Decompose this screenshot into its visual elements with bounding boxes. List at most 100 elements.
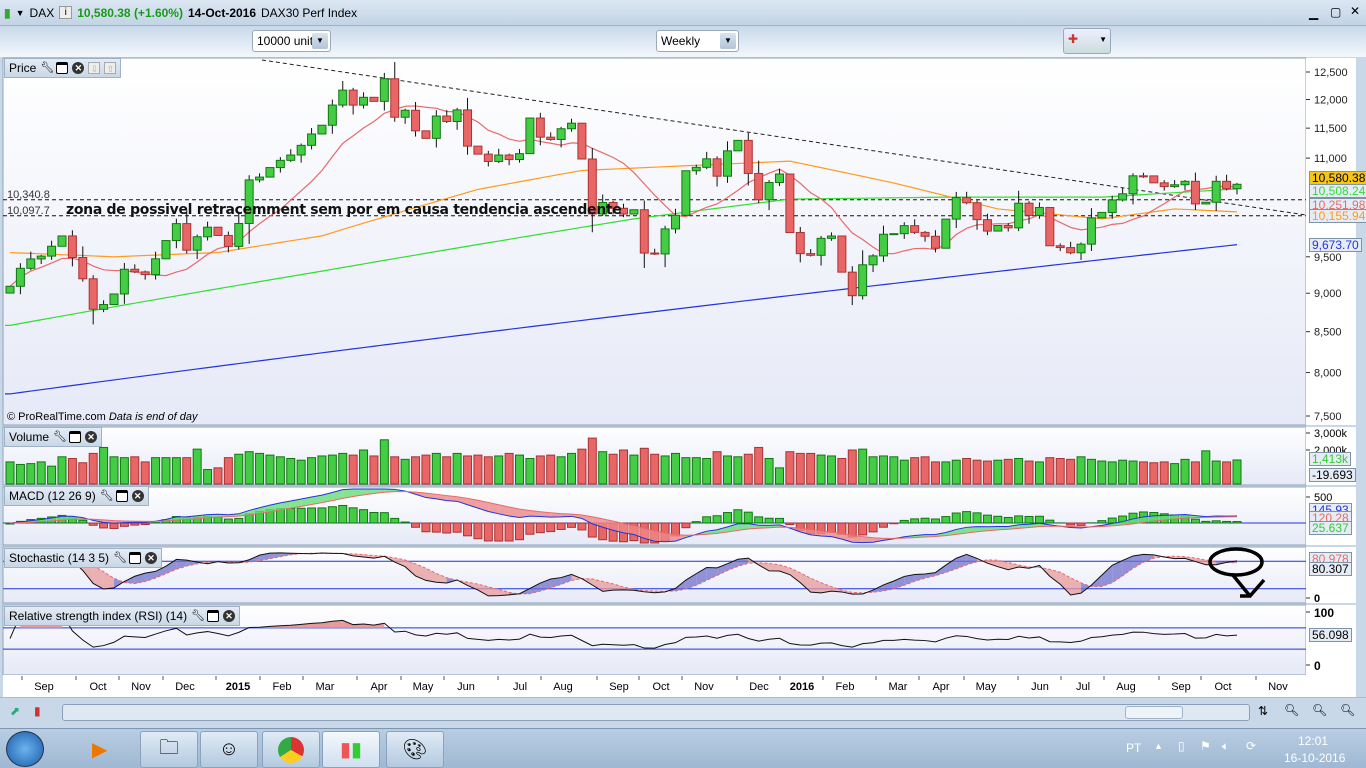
dropdown-arrow-icon[interactable]: ▼ (16, 8, 25, 18)
horizontal-scrollbar[interactable] (62, 704, 1250, 721)
close-icon[interactable]: ✕ (223, 610, 236, 622)
scroll-thumb[interactable] (1125, 706, 1183, 719)
maximize-button[interactable]: ▢ (1330, 5, 1341, 19)
macd-histogram-bar (515, 522, 525, 541)
indicators-button[interactable]: ✚ ▼ (1063, 28, 1111, 54)
wrench-icon[interactable]: 🔧︎ (40, 62, 54, 74)
macd-histogram-bar (962, 511, 972, 524)
period-select[interactable]: Weekly ▼ (656, 30, 739, 52)
candle (774, 173, 784, 184)
symbol[interactable]: DAX (30, 6, 55, 20)
close-button[interactable]: ✕ (1350, 4, 1360, 18)
zoom-fit-icon[interactable]: 🔍︎ (1284, 703, 1299, 717)
candle (400, 109, 410, 118)
close-icon[interactable]: ✕ (85, 431, 98, 443)
candle (504, 154, 514, 161)
macd-histogram-bar (733, 509, 743, 524)
chart-area[interactable]: 12,500 12,000 11,500 11,000 9,500 9,000 8,500 8… (0, 57, 1366, 697)
candle (650, 252, 660, 255)
wrench-icon[interactable]: 🔧︎ (191, 610, 205, 622)
taskbar-explorer[interactable]: 🗀︎ (140, 731, 198, 768)
candlestick-icon[interactable]: ▮ (4, 6, 11, 20)
price-tick-label: 8,500 (1314, 327, 1342, 339)
wrench-icon[interactable]: 🔧︎ (100, 490, 114, 502)
x-axis-label: Mar (316, 681, 335, 693)
clock-date[interactable]: 16-10-2016 (1284, 751, 1345, 765)
minimize-button[interactable]: ▁ (1309, 6, 1318, 20)
volume-bar (598, 451, 608, 485)
rsi-panel-header: Relative strength index (RSI) (14) 🔧︎ ✕ (4, 606, 241, 626)
wrench-icon[interactable]: 🔧︎ (53, 431, 67, 443)
zoom-out-icon[interactable]: 🔍︎ (1312, 703, 1327, 717)
ma-green-value-box: 10,508.24 (1309, 184, 1366, 198)
volume-bar (57, 456, 67, 485)
window-icon[interactable] (69, 431, 82, 443)
flag-icon[interactable]: ⚑ (1200, 739, 1211, 753)
volume-bar (587, 437, 597, 485)
volume-bar (504, 452, 514, 485)
move-down-icon[interactable]: ⇩ (88, 62, 101, 74)
candle (473, 145, 483, 155)
taskbar-chrome[interactable] (262, 731, 320, 768)
tray-arrow-icon[interactable]: ▲ (1154, 741, 1163, 751)
x-axis-label: Feb (836, 681, 855, 693)
volume-tick-label: 3,000k (1314, 428, 1348, 440)
volume-bar (1159, 461, 1169, 485)
macd-histogram-bar (556, 522, 566, 530)
candle (993, 225, 1003, 232)
volume-bar (535, 455, 545, 485)
volume-bar (1076, 456, 1086, 485)
close-icon[interactable]: ✕ (131, 490, 144, 502)
x-axis-label: Dec (175, 681, 195, 693)
chart-type-icon[interactable]: ⬈ (10, 704, 20, 718)
wrench-icon[interactable]: 🔧︎ (113, 552, 127, 564)
taskbar-paint[interactable]: 🎨︎ (386, 731, 444, 768)
window-icon[interactable] (129, 552, 142, 564)
candle (826, 235, 836, 239)
candle (275, 159, 285, 169)
candle (296, 144, 306, 156)
volume-bar (743, 453, 753, 485)
zoom-in-icon[interactable]: 🔍︎ (1340, 703, 1355, 717)
x-axis-label: Apr (370, 681, 387, 693)
language-indicator[interactable]: PT (1126, 741, 1141, 755)
rsi-tick-label: 100 (1314, 606, 1334, 620)
window-icon[interactable] (115, 490, 128, 502)
x-axis-label: 2015 (226, 681, 250, 693)
volume-bar (1034, 461, 1044, 485)
media-player-icon[interactable]: ▶ (92, 737, 107, 762)
candle (847, 271, 857, 297)
units-select[interactable]: 10000 units ▼ (252, 30, 331, 52)
window-icon[interactable] (56, 62, 69, 74)
volume-bar (78, 462, 88, 485)
sync-icon[interactable]: ⟳ (1246, 739, 1256, 753)
macd-histogram-bar (223, 518, 233, 524)
volume-bar (109, 456, 119, 485)
macd-histogram-bar (743, 511, 753, 524)
info-icon[interactable]: i (59, 6, 73, 19)
candle (5, 285, 15, 294)
taskbar-prorealtime[interactable]: ▮ ▮ (322, 731, 380, 768)
auto-scale-icon[interactable]: ⇅ (1258, 704, 1268, 718)
network-icon[interactable]: ▯ (1178, 739, 1185, 753)
candle (140, 271, 150, 276)
volume-icon[interactable]: 🔈︎ (1222, 739, 1229, 754)
candle (910, 225, 920, 233)
volume-bar (119, 457, 129, 485)
candle (577, 122, 587, 160)
close-icon[interactable]: ✕ (145, 552, 158, 564)
volume-bar (140, 461, 150, 485)
start-button[interactable] (6, 731, 44, 767)
macd-histogram-bar (878, 522, 888, 528)
panel-label: Price (9, 61, 37, 75)
macd-histogram-bar (338, 504, 348, 524)
candles-icon[interactable]: ▮ (34, 704, 41, 718)
clock-time[interactable]: 12:01 (1298, 734, 1328, 748)
x-axis-label: May (413, 681, 434, 693)
candle (47, 245, 57, 257)
window-icon[interactable] (207, 610, 220, 622)
candle (941, 218, 951, 249)
move-up-icon[interactable]: ⇧ (104, 62, 117, 74)
close-icon[interactable]: ✕ (72, 62, 85, 74)
taskbar-messenger[interactable]: ☺ (200, 731, 258, 768)
